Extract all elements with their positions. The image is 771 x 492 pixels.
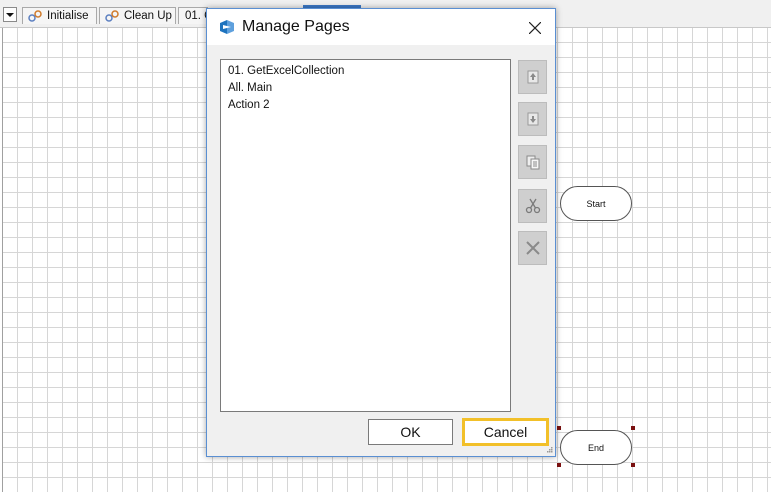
move-up-button[interactable] bbox=[518, 60, 547, 94]
list-item[interactable]: All. Main bbox=[228, 80, 510, 97]
tab-initialise[interactable]: Initialise bbox=[22, 7, 97, 24]
manage-pages-dialog: Manage Pages 01. GetExcelCollection All.… bbox=[206, 8, 556, 457]
tab-label: Initialise bbox=[47, 10, 89, 22]
app-icon bbox=[220, 20, 234, 34]
tabs-dropdown-button[interactable] bbox=[3, 7, 17, 22]
close-button[interactable] bbox=[518, 15, 552, 41]
resize-grip-icon[interactable] bbox=[547, 447, 553, 453]
delete-icon bbox=[526, 241, 540, 255]
selection-handle[interactable] bbox=[557, 426, 561, 430]
selection-handle[interactable] bbox=[631, 463, 635, 467]
cut-icon bbox=[525, 198, 541, 214]
page-link-icon bbox=[28, 10, 42, 22]
page-link-icon bbox=[105, 10, 119, 22]
stage-label: End bbox=[587, 442, 604, 453]
dialog-body: 01. GetExcelCollection All. Main Action … bbox=[207, 45, 555, 456]
tab-01[interactable]: 01. G bbox=[178, 7, 213, 24]
copy-button[interactable] bbox=[518, 145, 547, 179]
dialog-titlebar[interactable]: Manage Pages bbox=[207, 9, 555, 45]
list-item[interactable]: 01. GetExcelCollection bbox=[228, 63, 510, 80]
close-icon bbox=[529, 22, 541, 34]
selection-handle[interactable] bbox=[557, 463, 561, 467]
copy-icon bbox=[526, 155, 540, 170]
ok-button[interactable]: OK bbox=[368, 419, 453, 445]
tab-label: Clean Up bbox=[124, 10, 172, 22]
stage-label: Start bbox=[586, 198, 606, 209]
move-up-icon bbox=[527, 70, 539, 84]
delete-button[interactable] bbox=[518, 231, 547, 265]
cut-button[interactable] bbox=[518, 189, 547, 223]
start-stage[interactable]: Start bbox=[560, 186, 632, 221]
move-down-button[interactable] bbox=[518, 102, 547, 136]
list-item[interactable]: Action 2 bbox=[228, 97, 510, 114]
move-down-icon bbox=[527, 112, 539, 126]
cancel-button[interactable]: Cancel bbox=[462, 418, 549, 446]
tab-clean-up[interactable]: Clean Up bbox=[99, 7, 176, 24]
selection-handle[interactable] bbox=[631, 426, 635, 430]
end-stage[interactable]: End bbox=[560, 430, 632, 465]
dialog-title: Manage Pages bbox=[242, 18, 350, 35]
pages-list[interactable]: 01. GetExcelCollection All. Main Action … bbox=[220, 59, 511, 412]
